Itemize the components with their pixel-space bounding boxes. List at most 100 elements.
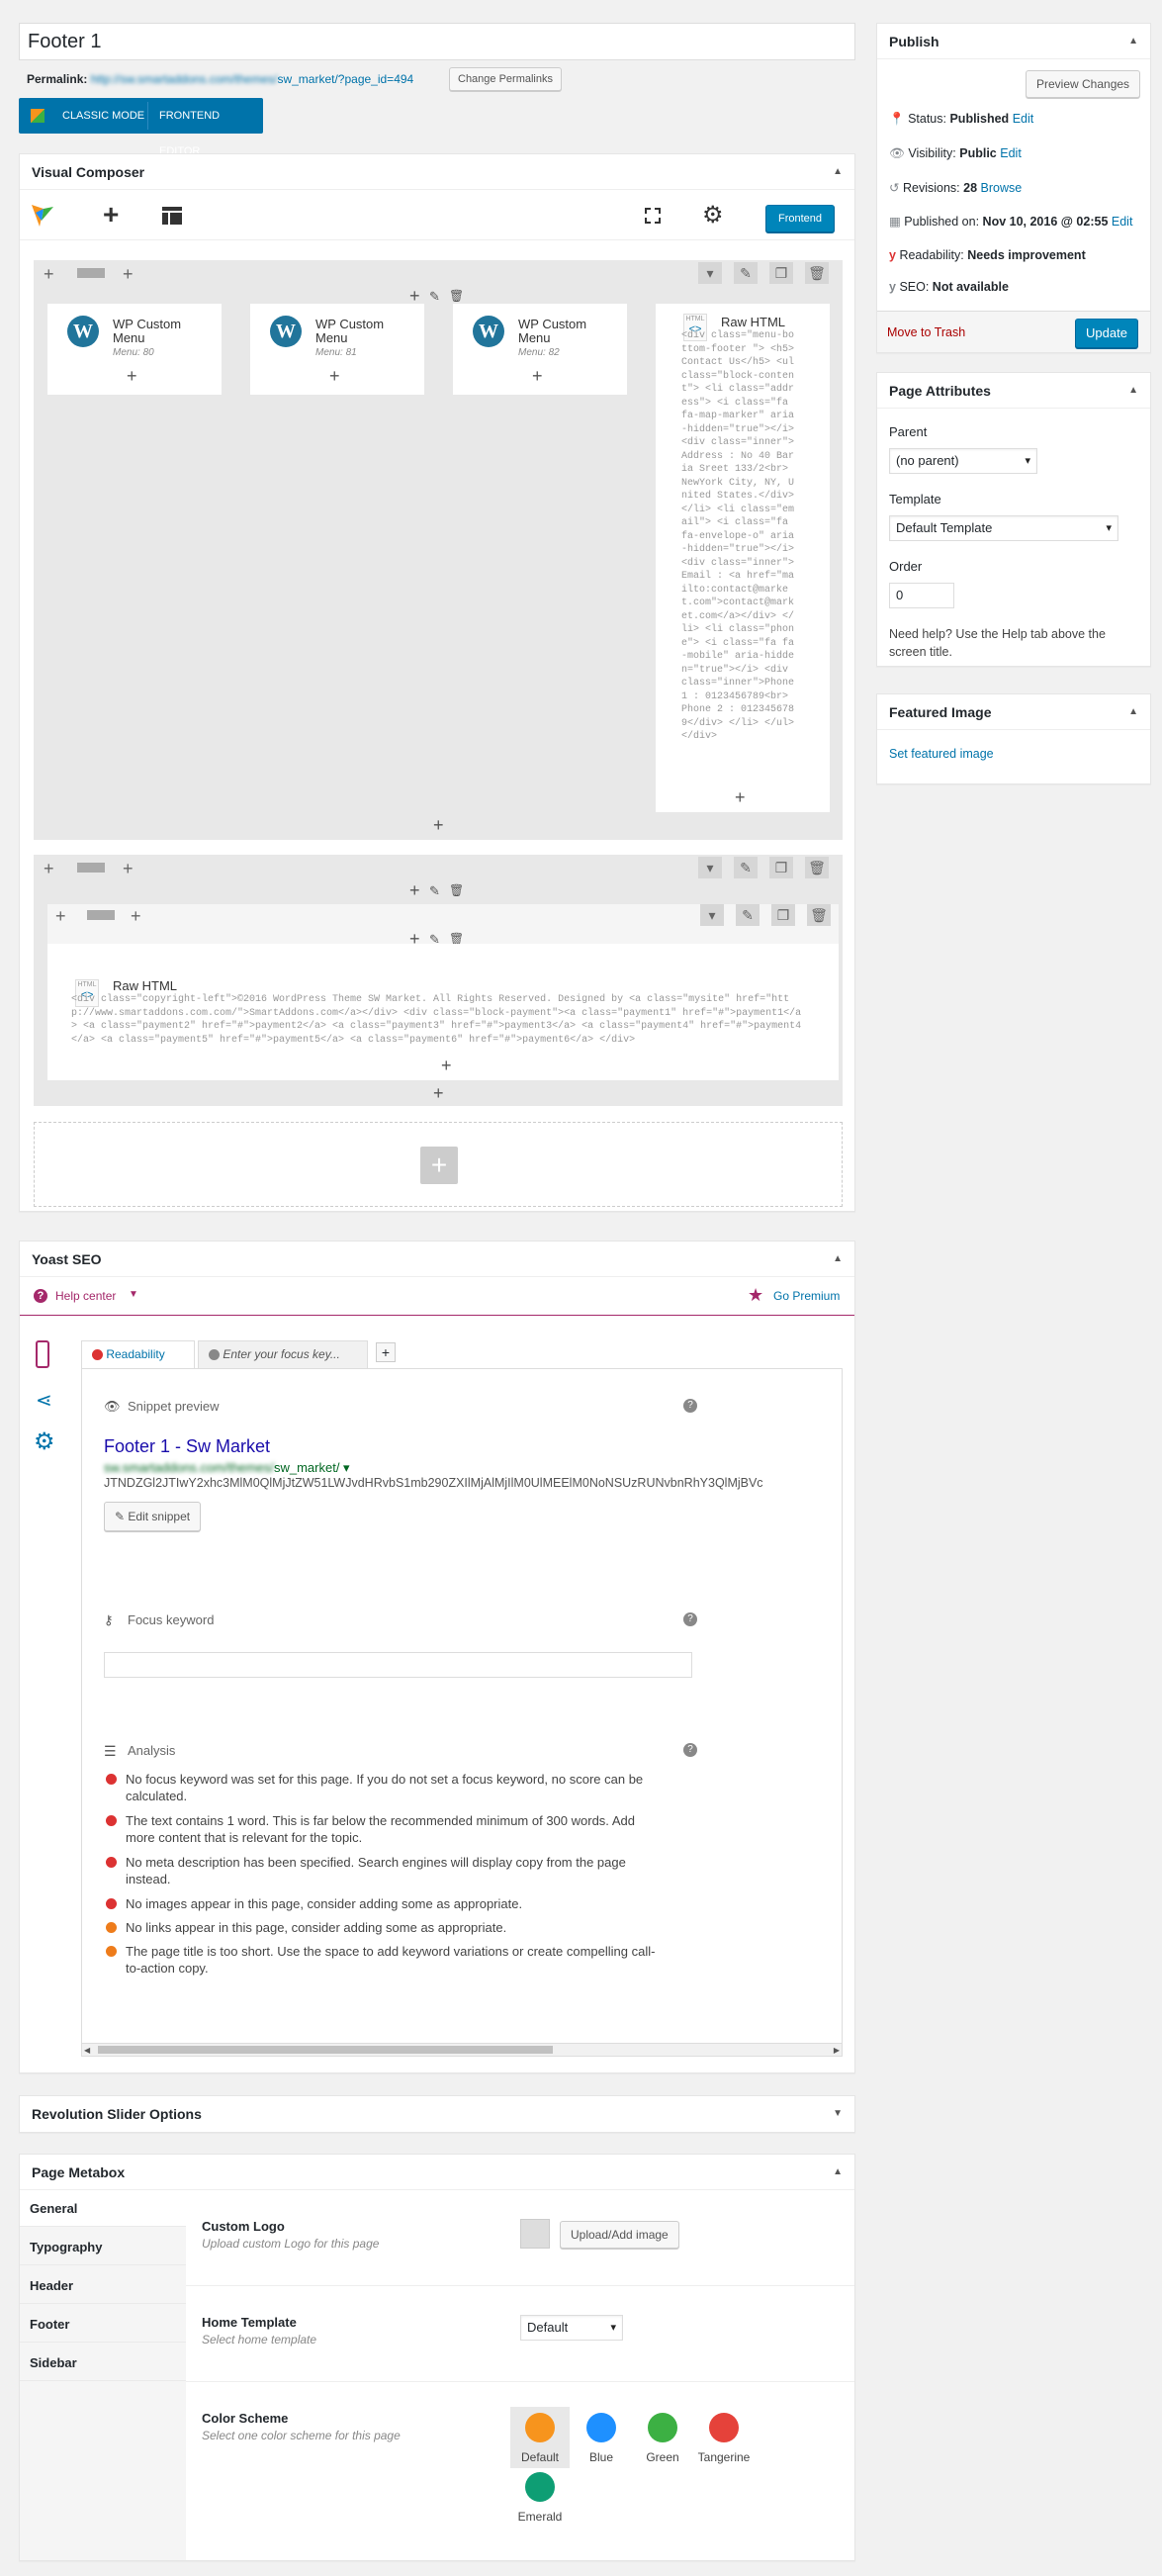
add-icon[interactable]: + xyxy=(735,788,746,806)
row-clone-icon[interactable]: ❐ xyxy=(769,857,793,878)
preview-changes-button[interactable]: Preview Changes xyxy=(1026,70,1141,98)
inner-row-layout-icon[interactable] xyxy=(87,910,115,920)
parent-select[interactable]: (no parent) xyxy=(889,448,1037,474)
add-row-area[interactable]: + xyxy=(34,1122,843,1207)
analysis-help-icon[interactable]: ? xyxy=(683,1743,697,1757)
published-edit-link[interactable]: Edit xyxy=(1112,215,1133,229)
wp-menu-element-1[interactable]: W WP Custom Menu Menu: 80 + xyxy=(47,304,222,395)
color-swatch-tangerine[interactable] xyxy=(709,2413,739,2442)
inner-row-drag-icon[interactable]: + xyxy=(55,906,66,927)
classic-mode-button[interactable]: CLASSIC MODE xyxy=(62,98,144,134)
collapse-icon[interactable]: ▲ xyxy=(833,2155,843,2190)
row-clone-icon[interactable]: ❐ xyxy=(769,262,793,284)
add-row-icon[interactable]: + xyxy=(420,1147,458,1184)
add-keyword-button[interactable]: + xyxy=(376,1342,396,1362)
order-input[interactable]: 0 xyxy=(889,583,954,608)
column-edit-icon[interactable]: ✎ xyxy=(429,883,440,899)
yoast-tab-readability[interactable]: Readability xyxy=(81,1340,195,1368)
template-select[interactable]: Default Template xyxy=(889,515,1118,541)
settings-gear-icon[interactable]: ⚙ xyxy=(702,201,724,230)
column-add-icon[interactable]: + xyxy=(409,881,420,899)
edit-snippet-button[interactable]: ✎ Edit snippet xyxy=(104,1502,202,1531)
inner-row-clone-icon[interactable]: ❐ xyxy=(771,904,795,926)
set-featured-image-link[interactable]: Set featured image xyxy=(889,747,994,761)
traffic-light-icon[interactable] xyxy=(36,1340,49,1368)
rev-header[interactable]: Revolution Slider Options ▼ xyxy=(20,2096,854,2132)
scrollbar-thumb[interactable] xyxy=(98,2046,553,2054)
permalink-url-blur[interactable]: http://sw.smartaddons.com/themes/ xyxy=(91,72,278,86)
raw-html-element[interactable]: HTML <> Raw HTML <div class="menu-bottom-… xyxy=(656,304,830,812)
color-swatch-green[interactable] xyxy=(648,2413,677,2442)
column-delete-icon[interactable]: 🗑 xyxy=(449,289,464,303)
wp-menu-element-3[interactable]: W WP Custom Menu Menu: 82 + xyxy=(453,304,627,395)
row-edit-icon[interactable]: ✎ xyxy=(734,262,758,284)
wp-menu-element-2[interactable]: W WP Custom Menu Menu: 81 + xyxy=(250,304,424,395)
row-edit-icon[interactable]: ✎ xyxy=(734,857,758,878)
collapse-icon[interactable]: ▲ xyxy=(1128,373,1138,409)
column-edit-icon[interactable]: ✎ xyxy=(429,289,440,305)
color-swatch-emerald[interactable] xyxy=(525,2472,555,2502)
vc-logo-icon[interactable] xyxy=(30,203,55,229)
add-icon[interactable]: + xyxy=(532,367,543,385)
collapse-icon[interactable]: ▲ xyxy=(1128,24,1138,59)
title-input[interactable]: Footer 1 xyxy=(19,23,855,60)
focus-help-icon[interactable]: ? xyxy=(683,1612,697,1626)
update-button[interactable]: Update xyxy=(1075,319,1138,348)
tab-general[interactable]: General xyxy=(20,2191,186,2227)
upload-image-button[interactable]: Upload/Add image xyxy=(560,2221,679,2249)
collapse-icon[interactable]: ▲ xyxy=(833,1242,843,1277)
raw-html-element-2[interactable]: HTML <> Raw HTML <div class="copyright-le… xyxy=(47,944,839,1080)
snippet-help-icon[interactable]: ? xyxy=(683,1399,697,1413)
permalink-url[interactable]: sw_market/?page_id=494 xyxy=(277,72,413,86)
tab-sidebar[interactable]: Sidebar xyxy=(20,2346,186,2381)
frontend-button[interactable]: Frontend xyxy=(765,205,835,232)
color-swatch-default[interactable] xyxy=(525,2413,555,2442)
collapse-icon[interactable]: ▲ xyxy=(1128,694,1138,730)
add-icon[interactable]: + xyxy=(441,1057,452,1074)
row-add-column-icon[interactable]: + xyxy=(123,859,134,879)
home-template-select[interactable]: Default xyxy=(520,2315,623,2341)
column-delete-icon[interactable]: 🗑 xyxy=(449,883,464,897)
row-layout-icon[interactable] xyxy=(77,863,105,873)
expand-icon[interactable]: ▼ xyxy=(833,2096,843,2132)
inner-row-edit-icon[interactable]: ✎ xyxy=(736,904,760,926)
inner-row-add-column-icon[interactable]: + xyxy=(131,906,141,927)
inner-row-toggle-icon[interactable]: ▾ xyxy=(700,904,724,926)
color-swatch-blue[interactable] xyxy=(586,2413,616,2442)
help-center-link[interactable]: Help center xyxy=(55,1289,116,1303)
add-icon[interactable]: + xyxy=(127,367,137,385)
add-element-icon[interactable]: + xyxy=(103,199,119,230)
row-layout-icon[interactable] xyxy=(77,268,105,278)
row-add-bottom-icon[interactable]: + xyxy=(433,816,444,834)
share-icon[interactable]: ⋖ xyxy=(36,1388,52,1413)
horizontal-scrollbar[interactable]: ◀ ▶ xyxy=(81,2043,843,2057)
focus-keyword-input[interactable] xyxy=(104,1652,692,1678)
inner-row-delete-icon[interactable]: 🗑 xyxy=(807,904,831,926)
tab-typography[interactable]: Typography xyxy=(20,2230,186,2265)
add-icon[interactable]: + xyxy=(329,367,340,385)
fullscreen-icon[interactable] xyxy=(645,208,661,224)
templates-icon[interactable] xyxy=(162,207,182,225)
collapse-icon[interactable]: ▲ xyxy=(833,154,843,190)
go-premium-link[interactable]: Go Premium xyxy=(773,1289,840,1303)
help-chevron-icon[interactable]: ▼ xyxy=(129,1289,138,1300)
change-permalinks-button[interactable]: Change Permalinks xyxy=(449,67,562,91)
row-toggle-icon[interactable]: ▾ xyxy=(698,262,722,284)
yoast-tab-focus[interactable]: Enter your focus key... xyxy=(198,1340,368,1368)
row-add-bottom-icon[interactable]: + xyxy=(433,1084,444,1102)
row-add-column-icon[interactable]: + xyxy=(123,264,134,285)
column-add-icon[interactable]: + xyxy=(409,287,420,305)
tab-header[interactable]: Header xyxy=(20,2268,186,2304)
row-delete-icon[interactable]: 🗑 xyxy=(805,262,829,284)
row-drag-icon[interactable]: + xyxy=(44,264,54,285)
gear-icon[interactable]: ⚙ xyxy=(34,1427,55,1456)
browse-link[interactable]: Browse xyxy=(981,181,1023,195)
status-edit-link[interactable]: Edit xyxy=(1013,112,1034,126)
row-toggle-icon[interactable]: ▾ xyxy=(698,857,722,878)
row-drag-icon[interactable]: + xyxy=(44,859,54,879)
row-delete-icon[interactable]: 🗑 xyxy=(805,857,829,878)
visibility-edit-link[interactable]: Edit xyxy=(1000,146,1022,160)
snippet-title[interactable]: Footer 1 - Sw Market xyxy=(104,1436,270,1457)
move-to-trash-link[interactable]: Move to Trash xyxy=(887,325,965,339)
tab-footer[interactable]: Footer xyxy=(20,2307,186,2343)
